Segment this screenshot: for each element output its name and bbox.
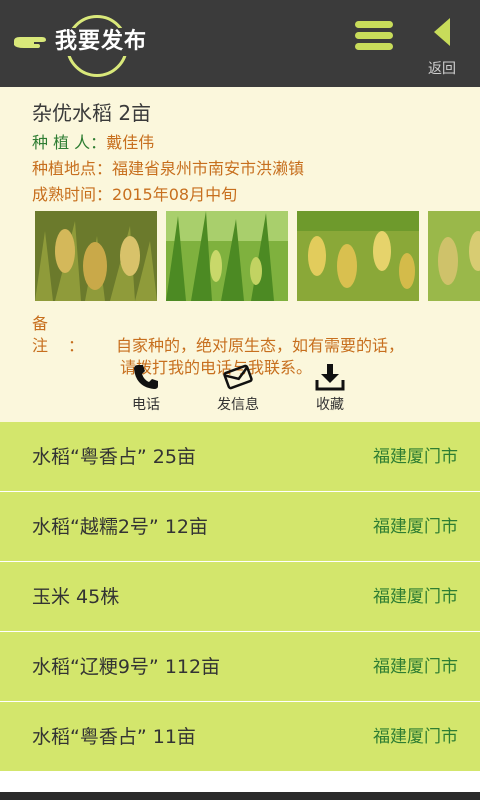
- list-item-name: 玉米 45株: [32, 586, 120, 608]
- planter-value: 戴佳伟: [106, 133, 155, 152]
- menu-icon-bar: [355, 32, 393, 39]
- page-title: 我要发布: [52, 28, 151, 56]
- back-button[interactable]: 返回: [420, 14, 464, 77]
- list-item-name: 水稻“粤香占” 25亩: [32, 446, 196, 468]
- favorite-label: 收藏: [316, 397, 344, 413]
- location-value: 福建省泉州市南安市洪濑镇: [112, 159, 305, 178]
- list-item-location: 福建厦门市: [373, 517, 458, 537]
- message-button[interactable]: 发信息: [198, 362, 278, 414]
- listing-list: 水稻“粤香占” 25亩 福建厦门市 水稻“越糯2号” 12亩 福建厦门市 玉米 …: [0, 422, 480, 772]
- download-icon: [315, 364, 345, 391]
- favorite-button[interactable]: 收藏: [290, 362, 370, 414]
- harvest-value: 2015年08月中旬: [112, 185, 238, 204]
- app-header: 我要发布 返回: [0, 0, 480, 87]
- back-label: 返回: [428, 61, 456, 77]
- pointing-hand-icon: [14, 37, 46, 48]
- phone-icon: [134, 365, 158, 389]
- action-bar: 电话 发信息 收藏: [0, 362, 480, 418]
- list-item-location: 福建厦门市: [373, 447, 458, 467]
- list-item[interactable]: 水稻“粤香占” 25亩 福建厦门市: [0, 422, 480, 492]
- back-arrow-icon: [434, 18, 450, 46]
- harvest-label: 成熟时间：: [32, 185, 113, 204]
- menu-button[interactable]: [355, 21, 393, 51]
- message-label: 发信息: [217, 397, 259, 413]
- listing-title: 杂优水稻 2亩: [32, 101, 152, 125]
- list-item[interactable]: 水稻“粤香占” 11亩 福建厦门市: [0, 702, 480, 772]
- planter-label: 种 植 人：: [32, 133, 107, 152]
- crop-photo[interactable]: [166, 211, 288, 301]
- list-item-name: 水稻“辽粳9号” 112亩: [32, 656, 221, 678]
- bottom-edge: [0, 792, 480, 800]
- menu-icon-bar: [355, 43, 393, 50]
- call-button[interactable]: 电话: [106, 362, 186, 414]
- list-item[interactable]: 水稻“辽粳9号” 112亩 福建厦门市: [0, 632, 480, 702]
- harvest-row: 成熟时间：2015年08月中旬: [32, 181, 237, 205]
- list-item[interactable]: 水稻“越糯2号” 12亩 福建厦门市: [0, 492, 480, 562]
- call-label: 电话: [132, 397, 160, 413]
- photo-strip[interactable]: [35, 211, 480, 301]
- list-item[interactable]: 玉米 45株 福建厦门市: [0, 562, 480, 632]
- list-item-location: 福建厦门市: [373, 727, 458, 747]
- crop-photo[interactable]: [35, 211, 157, 301]
- envelope-icon: [223, 364, 253, 390]
- list-item-location: 福建厦门市: [373, 587, 458, 607]
- menu-icon-bar: [355, 21, 393, 28]
- crop-photo[interactable]: [428, 211, 480, 301]
- list-item-name: 水稻“越糯2号” 12亩: [32, 516, 208, 538]
- note-label: 备注：: [32, 314, 105, 355]
- location-label: 种植地点：: [32, 159, 113, 178]
- note-line1: 自家种的，绝对原生态，如有需要的话，: [116, 336, 405, 355]
- listing-detail: 杂优水稻 2亩 种 植 人：戴佳伟 种植地点：福建省泉州市南安市洪濑镇 成熟时间…: [0, 87, 480, 422]
- list-item-location: 福建厦门市: [373, 657, 458, 677]
- location-row: 种植地点：福建省泉州市南安市洪濑镇: [32, 155, 304, 179]
- planter-row: 种 植 人：戴佳伟: [32, 129, 154, 153]
- list-item-name: 水稻“粤香占” 11亩: [32, 726, 196, 748]
- crop-photo[interactable]: [297, 211, 419, 301]
